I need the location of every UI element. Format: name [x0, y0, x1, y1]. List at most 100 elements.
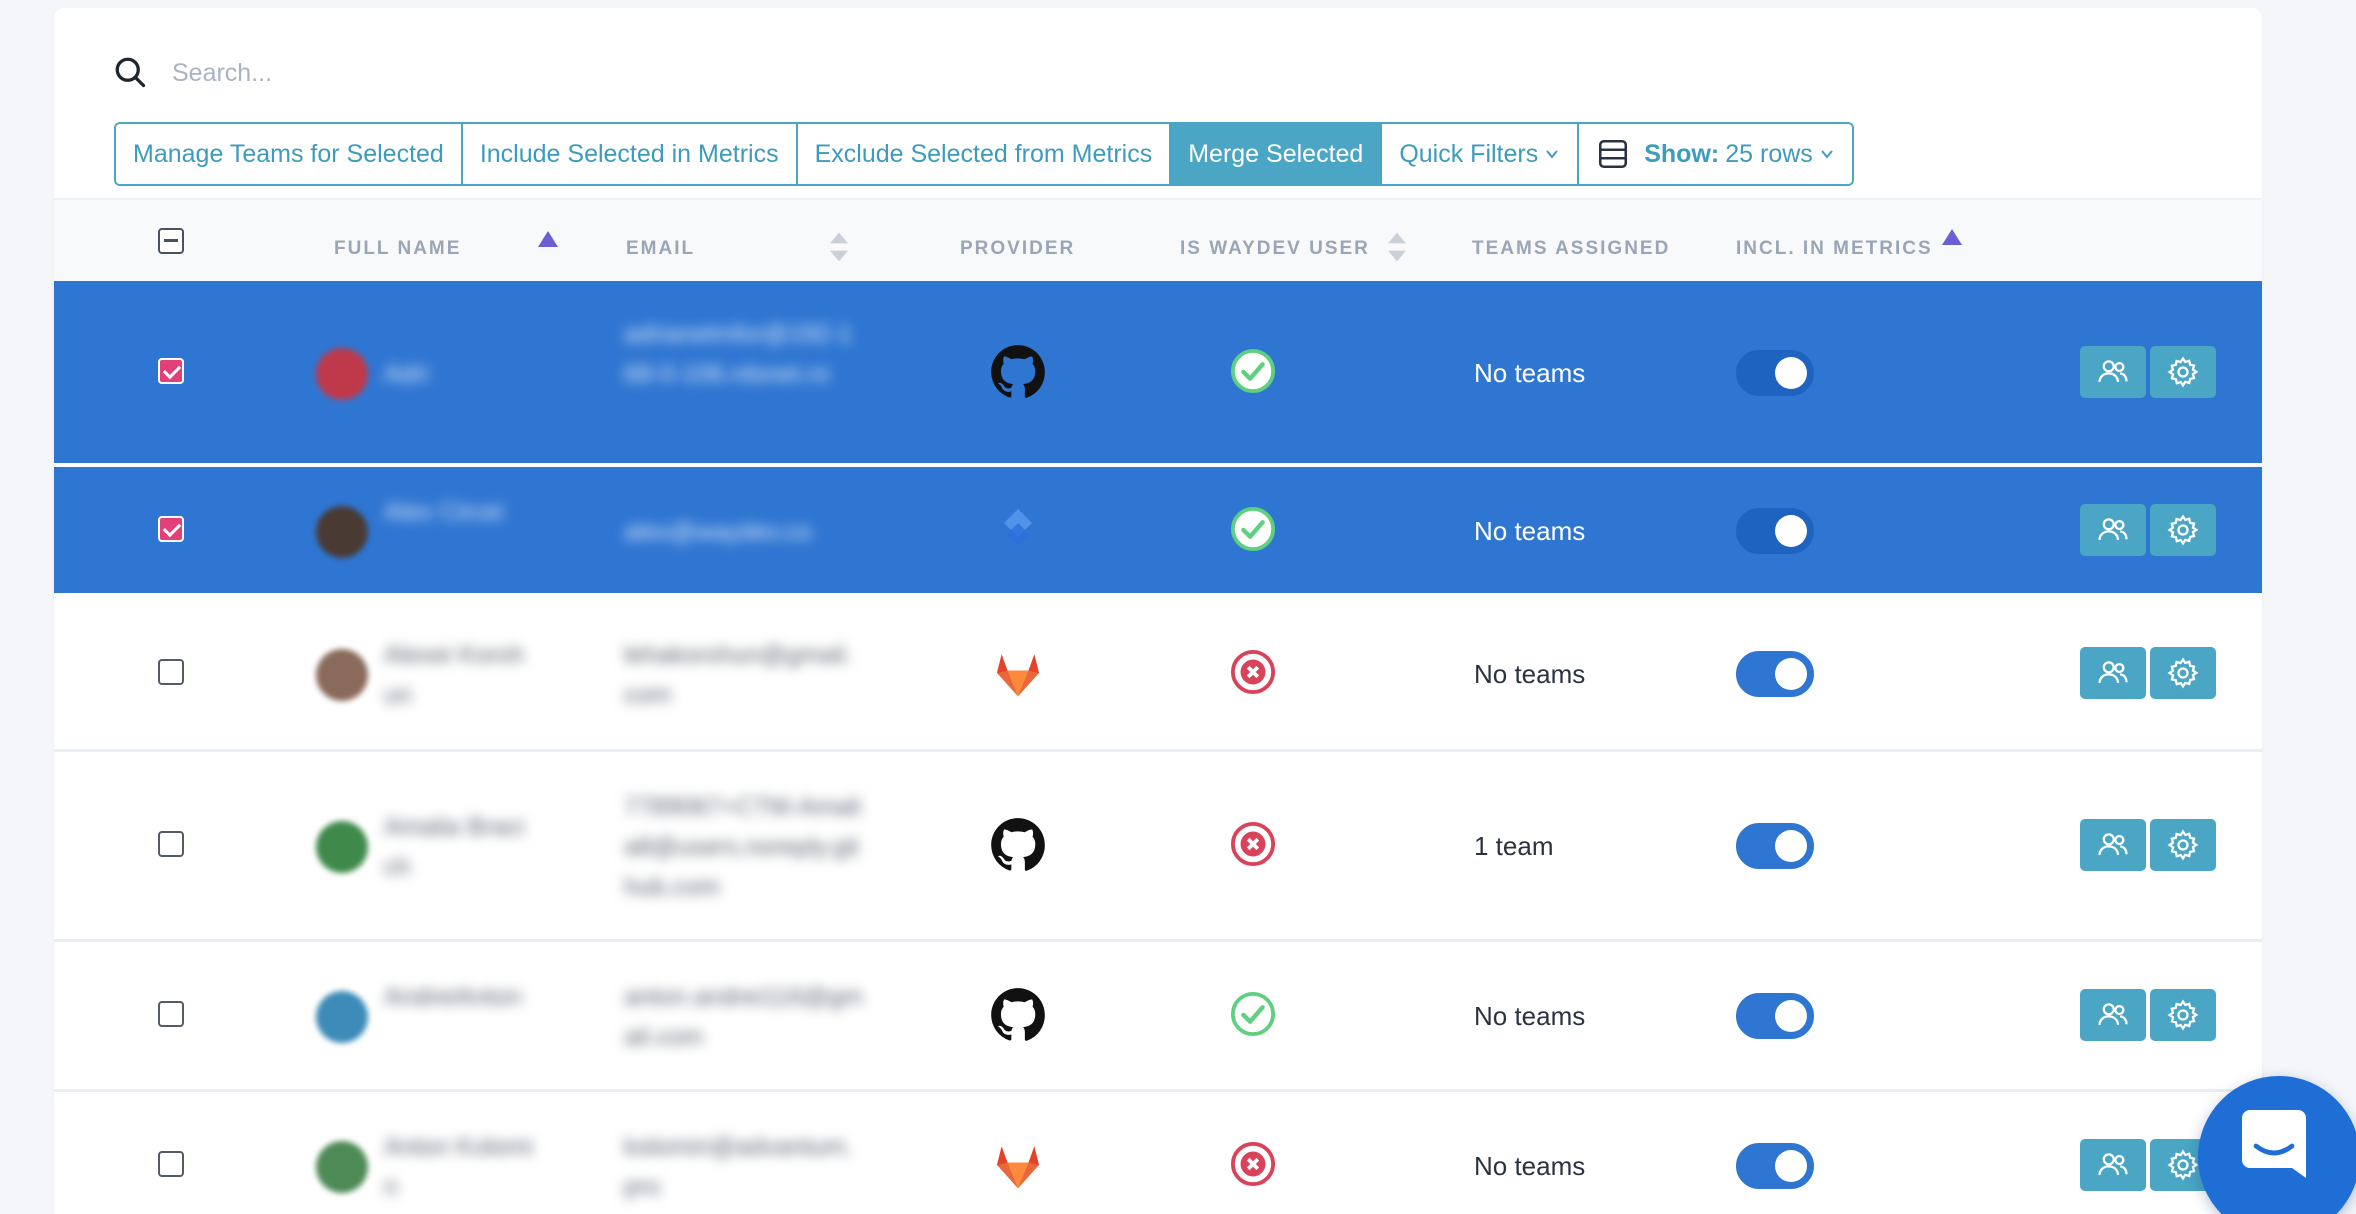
bulk-actions-toolbar: Manage Teams for Selected Include Select… [114, 122, 1854, 186]
include-in-metrics-toggle[interactable] [1736, 1143, 1814, 1189]
users-icon [2096, 513, 2130, 547]
table-row[interactable]: Alexei Korshun lehakorshun@gmail.com No … [54, 597, 2262, 752]
gitlab-icon [990, 645, 1046, 701]
table-row[interactable]: Alex Circei alex@waydev.co No teams [54, 467, 2262, 597]
user-email: 7789067+CTM-Amalia8@users.noreply.github… [624, 793, 861, 901]
users-icon [2096, 656, 2130, 690]
teams-assigned-value: No teams [1474, 358, 1586, 388]
teams-assigned-value: No teams [1474, 658, 1586, 689]
row-checkbox[interactable] [158, 1001, 184, 1027]
search-icon [115, 57, 146, 88]
check-circle-icon [1230, 991, 1276, 1037]
user-email: anton.andrei116@gmail.com [624, 983, 863, 1051]
gear-icon [2166, 656, 2200, 690]
manage-teams-button[interactable]: Manage Teams for Selected [116, 124, 463, 184]
user-full-name: AndreiAnton [384, 983, 522, 1011]
settings-row-button[interactable] [2150, 989, 2216, 1041]
gear-icon [2166, 828, 2200, 862]
table-header: FULL NAME EMAIL PROVIDER IS WAYDEV USER … [54, 198, 2262, 288]
x-circle-icon [1230, 1141, 1276, 1187]
rows-per-page-dropdown[interactable]: Show: 25 rows [1579, 124, 1852, 184]
show-label: Show: [1644, 139, 1720, 168]
manage-teams-row-button[interactable] [2080, 646, 2146, 699]
users-table-card: Manage Teams for Selected Include Select… [54, 8, 2262, 1214]
sort-both-icon[interactable] [1388, 232, 1406, 262]
include-in-metrics-toggle[interactable] [1736, 993, 1814, 1039]
github-icon [990, 987, 1046, 1043]
row-checkbox[interactable] [158, 831, 184, 857]
sort-asc-icon[interactable] [1942, 228, 1962, 246]
manage-teams-row-button[interactable] [2080, 346, 2146, 398]
avatar [316, 648, 368, 701]
column-provider: PROVIDER [960, 238, 1076, 259]
column-full-name[interactable]: FULL NAME [334, 238, 461, 260]
manage-teams-row-button[interactable] [2080, 819, 2146, 871]
users-icon [2096, 998, 2130, 1032]
include-in-metrics-toggle[interactable] [1736, 350, 1814, 396]
x-circle-icon [1230, 649, 1276, 695]
column-incl-in-metrics[interactable]: INCL. IN METRICS [1736, 238, 1933, 260]
check-circle-icon [1230, 348, 1276, 394]
table-row[interactable]: Anton Kolomin kolomin@advantum.pro No te… [54, 1092, 2262, 1214]
user-email: alex@waydev.co [624, 518, 812, 546]
user-full-name: Anton Kolomin [384, 1133, 533, 1201]
gear-icon [2166, 355, 2200, 389]
avatar [316, 506, 368, 558]
search-bar [54, 8, 2262, 128]
select-all-checkbox[interactable] [158, 228, 184, 254]
settings-row-button[interactable] [2150, 646, 2216, 699]
row-checkbox[interactable] [158, 516, 184, 542]
manage-teams-row-button[interactable] [2080, 504, 2146, 556]
column-email[interactable]: EMAIL [626, 238, 695, 260]
avatar [316, 1141, 368, 1193]
manage-teams-row-button[interactable] [2080, 1139, 2146, 1191]
sort-asc-icon[interactable] [538, 230, 558, 248]
teams-assigned-value: No teams [1474, 516, 1586, 546]
chevron-down-icon [1546, 150, 1559, 159]
user-full-name: Alex Circei [384, 498, 504, 526]
jira-icon [990, 502, 1046, 558]
row-checkbox[interactable] [158, 1151, 184, 1177]
include-in-metrics-button[interactable]: Include Selected in Metrics [462, 124, 798, 184]
show-value: 25 rows [1725, 139, 1813, 168]
table-row[interactable]: Amalia Bracich 7789067+CTM-Amalia8@users… [54, 752, 2262, 942]
quick-filters-label: Quick Filters [1399, 139, 1539, 168]
user-full-name: Alexei Korshun [384, 640, 525, 709]
quick-filters-dropdown[interactable]: Quick Filters [1382, 124, 1580, 184]
gitlab-icon [990, 1137, 1046, 1193]
check-circle-icon [1230, 506, 1276, 552]
gear-icon [2166, 513, 2200, 547]
avatar [316, 821, 368, 873]
row-checkbox[interactable] [158, 658, 184, 685]
merge-selected-button[interactable]: Merge Selected [1171, 124, 1383, 184]
include-in-metrics-toggle[interactable] [1736, 508, 1814, 554]
settings-row-button[interactable] [2150, 346, 2216, 398]
column-teams-assigned: TEAMS ASSIGNED [1472, 238, 1671, 259]
include-in-metrics-toggle[interactable] [1736, 823, 1814, 869]
avatar [316, 991, 368, 1043]
include-in-metrics-toggle[interactable] [1736, 650, 1814, 697]
settings-row-button[interactable] [2150, 504, 2216, 556]
gear-icon [2166, 1148, 2200, 1182]
user-email: adrianelmfor@192-168-0-106.rdsnet.ro [624, 320, 853, 388]
row-checkbox[interactable] [158, 358, 184, 384]
github-icon [990, 344, 1046, 400]
users-icon [2096, 828, 2130, 862]
sort-both-icon[interactable] [830, 232, 848, 262]
user-full-name: Amalia Bracich [384, 813, 525, 881]
table-rows-icon [1599, 139, 1628, 169]
column-is-waydev-user[interactable]: IS WAYDEV USER [1180, 238, 1370, 260]
gear-icon [2166, 998, 2200, 1032]
avatar [316, 348, 368, 400]
teams-assigned-value: 1 team [1474, 831, 1554, 861]
table-row[interactable]: Adri adrianelmfor@192-168-0-106.rdsnet.r… [54, 281, 2262, 467]
manage-teams-row-button[interactable] [2080, 989, 2146, 1041]
settings-row-button[interactable] [2150, 819, 2216, 871]
teams-assigned-value: No teams [1474, 1151, 1586, 1181]
chat-icon [2242, 1110, 2306, 1178]
user-email: kolomin@advantum.pro [624, 1133, 853, 1201]
table-row[interactable]: AndreiAnton anton.andrei116@gmail.com No… [54, 942, 2262, 1092]
exclude-from-metrics-button[interactable]: Exclude Selected from Metrics [797, 124, 1172, 184]
search-input[interactable] [172, 48, 1072, 98]
github-icon [990, 817, 1046, 873]
